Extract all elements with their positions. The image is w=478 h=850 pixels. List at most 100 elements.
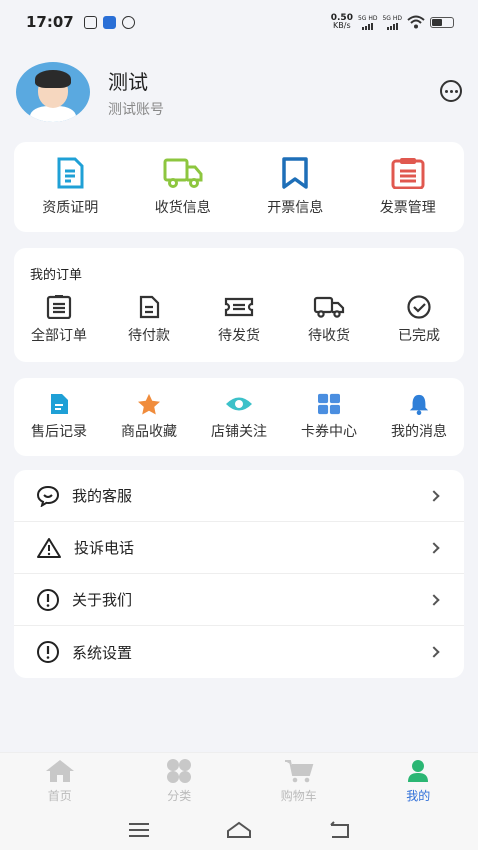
- tool-label: 商品收藏: [121, 424, 177, 440]
- signal-1-label: 5G HD: [357, 14, 378, 22]
- eye-icon: [226, 397, 252, 411]
- tool-label: 店铺关注: [211, 424, 267, 440]
- avatar[interactable]: [16, 62, 90, 122]
- orders-row: 全部订单 待付款 待发货 待收货 已完成: [14, 295, 464, 345]
- tab-category[interactable]: 分类: [120, 753, 240, 810]
- system-nav-bar: [0, 810, 478, 850]
- tab-label: 首页: [47, 789, 72, 803]
- menu-customer-service[interactable]: 我的客服: [14, 470, 464, 522]
- info-icon: [37, 588, 59, 611]
- net-speed-unit: KB/s: [333, 21, 351, 30]
- truck-icon: [313, 296, 345, 318]
- tool-favorites[interactable]: 商品收藏: [104, 393, 194, 441]
- tab-home[interactable]: 首页: [0, 753, 120, 810]
- status-left: 17:07: [26, 13, 135, 31]
- order-label: 全部订单: [31, 328, 87, 344]
- chevron-right-icon: [428, 593, 440, 606]
- menu-list: 我的客服 投诉电话 关于我们 系统设置: [14, 470, 464, 678]
- cart-icon: [284, 760, 314, 783]
- wifi-icon: [407, 15, 425, 29]
- quick-label: 收货信息: [154, 200, 211, 216]
- back-icon[interactable]: [328, 821, 350, 839]
- order-label: 待发货: [218, 328, 260, 344]
- quick-invoice-info[interactable]: 开票信息: [239, 142, 352, 232]
- profile-header: 测试 测试账号: [0, 44, 478, 140]
- order-all[interactable]: 全部订单: [14, 295, 104, 345]
- profile-text: 测试 测试账号: [108, 66, 164, 119]
- document-icon: [57, 157, 84, 189]
- warning-icon: [37, 537, 61, 558]
- tab-label: 分类: [167, 789, 192, 803]
- quick-invoice-management[interactable]: 发票管理: [352, 142, 465, 232]
- status-bar: 17:07 0.50 KB/s 5G HD 5G HD: [0, 0, 478, 44]
- tool-messages[interactable]: 我的消息: [374, 393, 464, 441]
- tab-label: 购物车: [280, 789, 317, 803]
- chevron-right-icon: [428, 541, 440, 554]
- star-icon: [138, 393, 160, 415]
- tool-followed-shops[interactable]: 店铺关注: [194, 393, 284, 441]
- quick-label: 资质证明: [42, 200, 99, 216]
- tool-label: 卡券中心: [301, 424, 357, 440]
- order-label: 待收货: [308, 328, 350, 344]
- menu-system-settings[interactable]: 系统设置: [14, 626, 464, 678]
- quick-label: 发票管理: [379, 200, 436, 216]
- menu-icon[interactable]: [128, 822, 150, 838]
- menu-label: 系统设置: [72, 643, 133, 662]
- status-time: 17:07: [26, 13, 74, 31]
- quick-actions-card: 资质证明 收货信息 开票信息 发票管理: [14, 142, 464, 232]
- home-icon: [45, 760, 74, 782]
- check-circle-icon: [407, 295, 431, 319]
- tab-cart[interactable]: 购物车: [239, 753, 359, 810]
- file-icon: [51, 394, 68, 414]
- truck-icon: [163, 158, 203, 188]
- menu-label: 关于我们: [72, 591, 133, 609]
- signal-bars-icon: [362, 22, 374, 30]
- ticket-icon: [224, 297, 254, 317]
- order-pending-shipment[interactable]: 待发货: [194, 295, 284, 345]
- tool-label: 售后记录: [31, 424, 87, 440]
- orders-card: 我的订单 全部订单 待付款 待发货 待收货 已完成: [14, 248, 464, 362]
- signal-2-label: 5G HD: [382, 14, 402, 22]
- menu-complaint-phone[interactable]: 投诉电话: [14, 522, 464, 574]
- home-nav-icon[interactable]: [226, 821, 252, 839]
- order-completed[interactable]: 已完成: [374, 295, 464, 345]
- more-options-button[interactable]: [440, 80, 462, 102]
- notification-icon: [83, 15, 97, 29]
- info-icon: [37, 641, 59, 663]
- tools-card: 售后记录 商品收藏 店铺关注 卡券中心 我的消息: [14, 378, 464, 456]
- orders-title: 我的订单: [30, 268, 83, 283]
- chevron-right-icon: [428, 646, 440, 658]
- app-notification-icon: [102, 15, 116, 29]
- grid-icon: [318, 393, 340, 415]
- menu-label: 投诉电话: [74, 539, 135, 557]
- order-pending-payment[interactable]: 待付款: [104, 295, 194, 345]
- list-icon: [46, 295, 72, 319]
- clipboard-icon: [391, 158, 425, 189]
- bookmark-icon: [282, 157, 308, 189]
- order-pending-receipt[interactable]: 待收货: [284, 295, 374, 345]
- location-icon: [121, 15, 135, 29]
- profile-account: 测试账号: [108, 101, 164, 118]
- profile-name: 测试: [108, 69, 148, 94]
- quick-shipping-info[interactable]: 收货信息: [127, 142, 240, 232]
- category-icon: [167, 759, 192, 783]
- battery-icon: [430, 16, 454, 28]
- bottom-tab-bar: 首页 分类 购物车 我的: [0, 752, 478, 810]
- signal-1: 5G HD: [357, 14, 378, 30]
- chevron-right-icon: [428, 489, 440, 502]
- tool-after-sales[interactable]: 售后记录: [14, 393, 104, 441]
- order-label: 已完成: [398, 328, 440, 344]
- tool-label: 我的消息: [391, 424, 447, 440]
- order-label: 待付款: [128, 328, 170, 344]
- chat-icon: [36, 485, 60, 507]
- net-speed: 0.50 KB/s: [331, 14, 353, 30]
- tab-label: 我的: [406, 789, 431, 803]
- signal-2: 5G HD: [382, 15, 402, 30]
- menu-label: 我的客服: [72, 487, 133, 505]
- quick-label: 开票信息: [267, 200, 324, 216]
- menu-about-us[interactable]: 关于我们: [14, 574, 464, 626]
- quick-qualification[interactable]: 资质证明: [14, 142, 127, 232]
- tool-coupons[interactable]: 卡券中心: [284, 393, 374, 441]
- tab-mine[interactable]: 我的: [359, 753, 478, 810]
- status-right: 0.50 KB/s 5G HD 5G HD: [331, 14, 454, 30]
